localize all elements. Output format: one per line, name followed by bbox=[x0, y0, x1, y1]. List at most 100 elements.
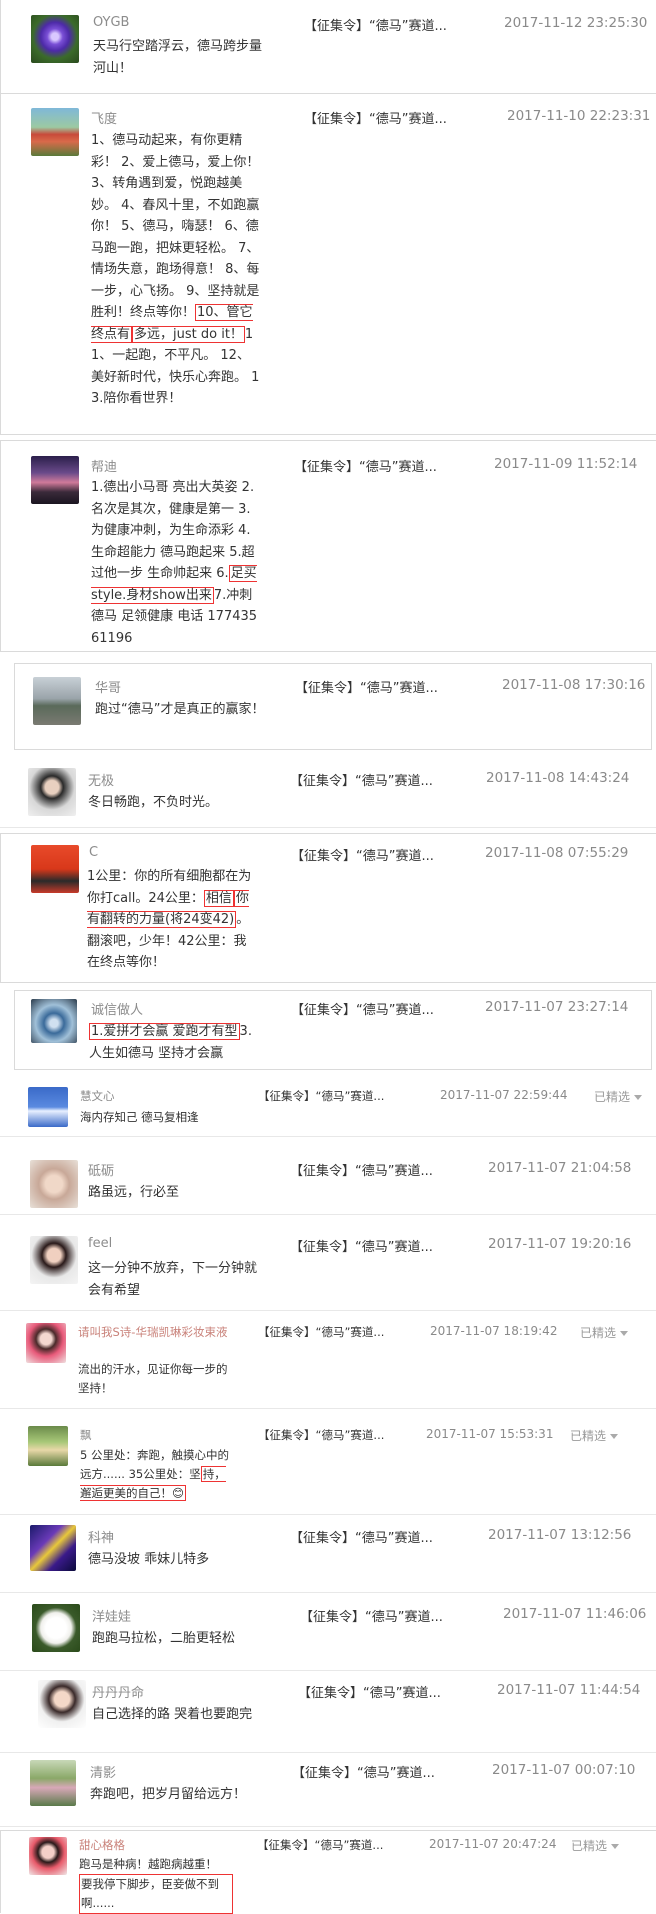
article-link[interactable]: 【征集令】“德马”赛道... bbox=[290, 770, 433, 789]
comment-card: 洋娃娃 跑跑马拉松，二胎更轻松 【征集令】“德马”赛道... 2017-11-0… bbox=[0, 1600, 656, 1671]
avatar[interactable] bbox=[28, 1426, 68, 1466]
chevron-down-icon bbox=[634, 1095, 643, 1100]
article-link[interactable]: 【征集令】“德马”赛道... bbox=[257, 1837, 383, 1853]
comment-card: 清影 奔跑吧，把岁月留给远方！ 【征集令】“德马”赛道... 2017-11-0… bbox=[0, 1758, 656, 1827]
avatar[interactable] bbox=[28, 768, 76, 816]
comment-time: 2017-11-07 13:12:56 bbox=[488, 1527, 632, 1543]
article-link[interactable]: 【征集令】“德马”赛道... bbox=[291, 999, 434, 1018]
article-link[interactable]: 【征集令】“德马”赛道... bbox=[290, 1236, 433, 1255]
comment-text: 跑过“德马”才是真正的赢家！ bbox=[95, 702, 265, 717]
avatar[interactable] bbox=[31, 456, 79, 504]
article-link[interactable]: 【征集令】“德马”赛道... bbox=[258, 1324, 384, 1340]
article-link[interactable]: 【征集令】“德马”赛道... bbox=[258, 1427, 384, 1443]
avatar[interactable] bbox=[30, 1160, 78, 1208]
article-link[interactable]: 【征集令】“德马”赛道... bbox=[300, 1606, 443, 1625]
comment-username[interactable]: 诚信做人 bbox=[91, 999, 143, 1018]
comment-card: 无极 冬日畅跑，不负时光。 【征集令】“德马”赛道... 2017-11-08 … bbox=[0, 755, 656, 828]
avatar[interactable] bbox=[31, 108, 79, 156]
comment-username[interactable]: C bbox=[89, 845, 98, 860]
article-link[interactable]: 【征集令】“德马”赛道... bbox=[290, 1527, 433, 1546]
comment-time: 2017-11-07 21:04:58 bbox=[488, 1160, 632, 1176]
comment-text: 这一分钟不放弃，下一分钟就会有希望 bbox=[88, 1261, 258, 1298]
comment-text: 德马没坡 乖妹儿特多 bbox=[88, 1552, 210, 1567]
chevron-down-icon bbox=[620, 1331, 629, 1336]
comment-text: 5 公里处：奔跑，触摸心中的远方...... 35公里处：坚 持，邂逅更美的自己！… bbox=[80, 1448, 229, 1501]
comment-card: 丹丹丹命 自己选择的路 哭着也要跑完 【征集令】“德马”赛道... 2017-1… bbox=[0, 1676, 656, 1753]
article-link[interactable]: 【征集令】“德马”赛道... bbox=[298, 1682, 441, 1701]
comment-username[interactable]: 砥砺 bbox=[88, 1160, 114, 1179]
comment-text: 跑马是种病！越跑病越重！ 要我停下脚步，臣妾做不到啊...... bbox=[79, 1855, 233, 1914]
article-link[interactable]: 【征集令】“德马”赛道... bbox=[258, 1088, 384, 1104]
article-link[interactable]: 【征集令】“德马”赛道... bbox=[291, 845, 434, 864]
comment-username[interactable]: 华哥 bbox=[95, 677, 121, 696]
avatar[interactable] bbox=[31, 15, 79, 63]
comment-username[interactable]: OYGB bbox=[93, 15, 129, 30]
comment-text: 1.爱拼才会赢 爱跑才有型 3.人生如德马 坚持才会赢 bbox=[89, 1023, 252, 1061]
comment-time: 2017-11-07 20:47:24 bbox=[429, 1837, 557, 1851]
avatar[interactable] bbox=[30, 1760, 76, 1806]
comment-time: 2017-11-07 19:20:16 bbox=[488, 1236, 632, 1252]
avatar[interactable] bbox=[38, 1680, 86, 1728]
comment-card: 飞度 1、德马动起来，有你更精彩！ 2、爱上德马，爱上你！ 3、转角遇到爱，悦跑… bbox=[0, 93, 656, 435]
comment-username[interactable]: 帮迪 bbox=[91, 456, 117, 475]
comment-time: 2017-11-12 23:25:30 bbox=[504, 15, 648, 31]
comment-username[interactable]: 丹丹丹命 bbox=[92, 1682, 144, 1701]
avatar[interactable] bbox=[33, 677, 81, 725]
comment-time: 2017-11-10 22:23:31 bbox=[507, 108, 651, 124]
article-link[interactable]: 【征集令】“德马”赛道... bbox=[295, 677, 438, 696]
comment-text: 冬日畅跑，不负时光。 bbox=[88, 795, 219, 810]
featured-dropdown[interactable]: 已精选 bbox=[570, 1427, 619, 1444]
article-link[interactable]: 【征集令】“德马”赛道... bbox=[294, 456, 437, 475]
avatar[interactable] bbox=[29, 1837, 67, 1875]
comment-text: 1.德出小马哥 亮出大英姿 2.名次是其次，健康是第一 3.为健康冲刺，为生命添… bbox=[91, 480, 258, 646]
comment-username[interactable]: 慧文心 bbox=[80, 1088, 115, 1104]
comment-time: 2017-11-09 11:52:14 bbox=[494, 456, 638, 472]
article-link[interactable]: 【征集令】“德马”赛道... bbox=[292, 1762, 435, 1781]
comment-card: 科神 德马没坡 乖妹儿特多 【征集令】“德马”赛道... 2017-11-07 … bbox=[0, 1522, 656, 1593]
comment-username[interactable]: 洋娃娃 bbox=[92, 1606, 131, 1625]
comment-username[interactable]: 科神 bbox=[88, 1527, 114, 1546]
comment-time: 2017-11-07 11:46:06 bbox=[503, 1606, 647, 1622]
comment-card: 请叫我S诗-华瑞凯琳彩妆束液 流出的汗水，见证你每一步的坚持！ 【征集令】“德马… bbox=[0, 1316, 656, 1409]
comment-card: 华哥 跑过“德马”才是真正的赢家！ 【征集令】“德马”赛道... 2017-11… bbox=[14, 663, 652, 750]
comment-username[interactable]: 甜心格格 bbox=[79, 1837, 125, 1853]
comment-username[interactable]: 无极 bbox=[88, 770, 114, 789]
highlighted-text: 1.爱拼才会赢 爱跑才有型 bbox=[89, 1023, 240, 1040]
comment-card: 砥砺 路虽远，行必至 【征集令】“德马”赛道... 2017-11-07 21:… bbox=[0, 1146, 656, 1215]
comment-text: 奔跑吧，把岁月留给远方！ bbox=[90, 1787, 247, 1802]
comment-username[interactable]: 清影 bbox=[90, 1762, 116, 1781]
article-link[interactable]: 【征集令】“德马”赛道... bbox=[304, 15, 447, 34]
avatar[interactable] bbox=[31, 845, 79, 893]
featured-dropdown[interactable]: 已精选 bbox=[594, 1088, 643, 1105]
comment-time: 2017-11-07 23:27:14 bbox=[485, 999, 629, 1015]
comment-card: feel 这一分钟不放弃，下一分钟就会有希望 【征集令】“德马”赛道... 20… bbox=[0, 1222, 656, 1311]
article-link[interactable]: 【征集令】“德马”赛道... bbox=[290, 1160, 433, 1179]
comment-username[interactable]: 飘 bbox=[80, 1427, 92, 1443]
comment-text: 路虽远，行必至 bbox=[88, 1185, 180, 1200]
featured-dropdown[interactable]: 已精选 bbox=[580, 1324, 629, 1341]
avatar[interactable] bbox=[32, 1604, 80, 1652]
comment-username[interactable]: feel bbox=[88, 1236, 112, 1251]
avatar[interactable] bbox=[30, 1525, 76, 1571]
avatar[interactable] bbox=[26, 1323, 66, 1363]
avatar[interactable] bbox=[30, 1236, 78, 1284]
avatar[interactable] bbox=[28, 1087, 68, 1127]
avatar[interactable] bbox=[31, 999, 77, 1043]
highlighted-text: 多远，just do it！ bbox=[132, 325, 245, 343]
comment-card: 慧文心 海内存知己 德马复相逢 【征集令】“德马”赛道... 2017-11-0… bbox=[0, 1078, 656, 1137]
comment-time: 2017-11-07 22:59:44 bbox=[440, 1088, 568, 1102]
comment-time: 2017-11-07 00:07:10 bbox=[492, 1762, 636, 1778]
comment-username[interactable]: 请叫我S诗-华瑞凯琳彩妆束液 bbox=[78, 1324, 228, 1341]
comment-text: 1、德马动起来，有你更精彩！ 2、爱上德马，爱上你！ 3、转角遇到爱，悦跑越美妙… bbox=[91, 133, 260, 406]
highlighted-text: 要我停下脚步，臣妾做不到啊...... bbox=[79, 1874, 233, 1914]
comment-card: 甜心格格 跑马是种病！越跑病越重！ 要我停下脚步，臣妾做不到啊...... 【征集… bbox=[0, 1830, 656, 1914]
comment-card: 诚信做人 1.爱拼才会赢 爱跑才有型 3.人生如德马 坚持才会赢 【征集令】“德马… bbox=[14, 990, 652, 1070]
comment-time: 2017-11-07 11:44:54 bbox=[497, 1682, 641, 1698]
comment-text: 海内存知己 德马复相逢 bbox=[80, 1110, 199, 1124]
featured-dropdown[interactable]: 已精选 bbox=[571, 1837, 620, 1854]
comment-username[interactable]: 飞度 bbox=[91, 108, 117, 127]
comment-time: 2017-11-08 17:30:16 bbox=[502, 677, 646, 693]
chevron-down-icon bbox=[610, 1434, 619, 1439]
article-link[interactable]: 【征集令】“德马”赛道... bbox=[304, 108, 447, 127]
highlighted-text: 相信 bbox=[203, 889, 234, 907]
